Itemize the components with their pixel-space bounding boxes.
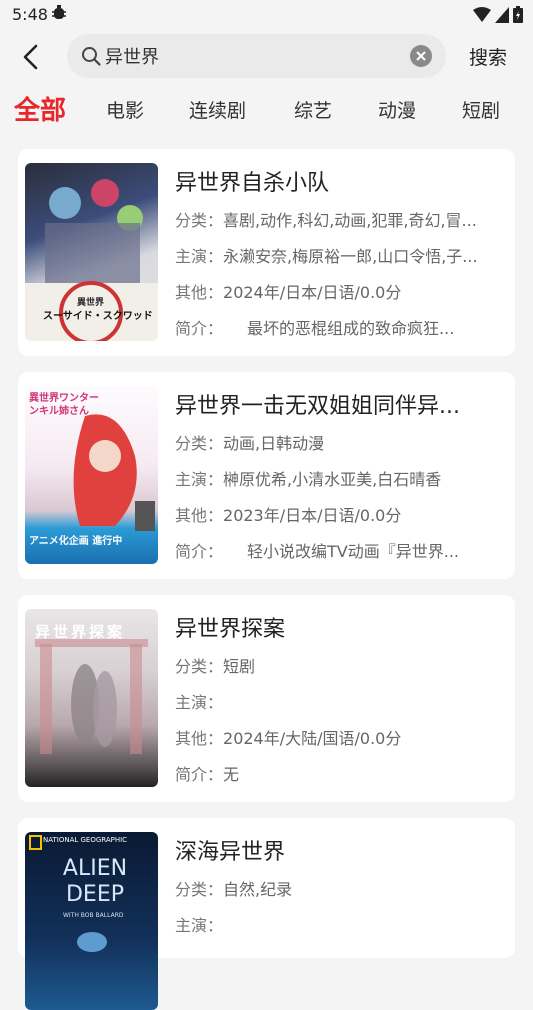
tab-movie[interactable]: 电影 (106, 96, 144, 123)
category-tabs: 全部 电影 连续剧 综艺 动漫 短剧 (0, 88, 533, 128)
wifi-icon (473, 6, 491, 22)
result-title[interactable]: 深海异世界 (175, 834, 500, 866)
other-row: 其他：2024年/大陆/国语/0.0分 (175, 725, 500, 749)
result-card[interactable]: 異世界ワンターンキル姉さん アニメ化企画 進行中 异世界一击无双姐姐同伴异...… (18, 372, 515, 579)
cast-label: 主演： (175, 693, 224, 712)
summary-label: 简介： (175, 765, 224, 784)
cast-label: 主演： (175, 247, 224, 266)
summary-label: 简介： (175, 319, 216, 338)
search-button[interactable]: 搜索 (469, 43, 507, 70)
category-value: 短剧 (223, 657, 256, 676)
clear-icon[interactable] (410, 45, 432, 67)
nat-geo-logo (29, 835, 42, 850)
search-box[interactable] (67, 34, 446, 78)
tab-short-drama[interactable]: 短剧 (462, 96, 500, 123)
poster-title-main: ALIEN DEEP (62, 856, 128, 907)
debug-bug-icon (52, 5, 66, 19)
other-row: 其他：2024年/日本/日语/0.0分 (175, 279, 500, 303)
category-row: 分类：自然,纪录 (175, 876, 500, 900)
poster-image: 異世界ワンターンキル姉さん アニメ化企画 進行中 (25, 386, 158, 564)
summary-row: 简介： 最坏的恶棍组成的致命疯狂... (175, 315, 500, 339)
result-card[interactable]: NATIONAL GEOGRAPHIC ALIEN DEEP WITH BOB … (18, 818, 515, 1010)
tab-series[interactable]: 连续剧 (189, 96, 246, 123)
summary-row: 简介：无 (175, 761, 500, 785)
cast-row: 主演： (175, 912, 500, 936)
category-row: 分类：动画,日韩动漫 (175, 430, 500, 454)
category-label: 分类： (175, 657, 224, 676)
poster-brand: NATIONAL GEOGRAPHIC (43, 836, 128, 844)
category-row: 分类：短剧 (175, 653, 500, 677)
signal-icon (495, 6, 509, 23)
search-bar: 搜索 (0, 34, 533, 80)
category-value: 自然,纪录 (223, 880, 293, 899)
search-icon (82, 47, 101, 66)
tab-variety[interactable]: 综艺 (294, 96, 332, 123)
poster-title-main: スーサイド・スクワッド (43, 311, 153, 322)
other-label: 其他： (175, 506, 224, 525)
category-row: 分类：喜剧,动作,科幻,动画,犯罪,奇幻,冒... (175, 207, 500, 231)
cast-value: 永濑安奈,梅原裕一郎,山口令悟,子... (223, 247, 478, 266)
other-label: 其他： (175, 729, 224, 748)
category-value: 动画,日韩动漫 (223, 434, 325, 453)
poster-title-main: アニメ化企画 進行中 (29, 536, 123, 547)
search-input[interactable] (105, 34, 405, 78)
result-title[interactable]: 异世界一击无双姐姐同伴异... (175, 388, 500, 420)
poster-title-top: 異世界ワンターンキル姉さん (29, 393, 99, 417)
status-bar: 5:48 (0, 0, 533, 30)
other-row: 其他：2023年/日本/日语/0.0分 (175, 502, 500, 526)
summary-row: 简介： 轻小说改编TV动画『异世界... (175, 538, 500, 562)
poster-title-top: 异世界探案 (35, 623, 126, 641)
summary-value: 最坏的恶棍组成的致命疯狂... (215, 319, 455, 338)
tab-anime[interactable]: 动漫 (378, 96, 416, 123)
result-card[interactable]: 异世界探案 异世界探案 分类：短剧 主演： 其他：2024年/大陆/国语/0.0… (18, 595, 515, 802)
cast-label: 主演： (175, 916, 224, 935)
poster-image: 異世界 スーサイド・スクワッド (25, 163, 158, 341)
category-label: 分类： (175, 434, 224, 453)
poster-image: 异世界探案 (25, 609, 158, 787)
other-value: 2023年/日本/日语/0.0分 (223, 506, 402, 525)
summary-value: 无 (223, 765, 240, 784)
summary-value: 轻小说改编TV动画『异世界... (215, 542, 459, 561)
other-value: 2024年/大陆/国语/0.0分 (223, 729, 402, 748)
category-value: 喜剧,动作,科幻,动画,犯罪,奇幻,冒... (223, 211, 477, 230)
poster-glow (77, 932, 107, 952)
category-label: 分类： (175, 880, 224, 899)
result-card[interactable]: 異世界 スーサイド・スクワッド 异世界自杀小队 分类：喜剧,动作,科幻,动画,犯… (18, 149, 515, 356)
cast-row: 主演：永濑安奈,梅原裕一郎,山口令悟,子... (175, 243, 500, 267)
result-title[interactable]: 异世界探案 (175, 611, 500, 643)
category-label: 分类： (175, 211, 224, 230)
cast-row: 主演： (175, 689, 500, 713)
cast-row: 主演：榊原优希,小清水亚美,白石晴香 (175, 466, 500, 490)
poster-subtitle: WITH BOB BALLARD (63, 912, 124, 919)
tab-all[interactable]: 全部 (14, 90, 66, 127)
back-arrow-icon[interactable] (20, 44, 42, 70)
result-title[interactable]: 异世界自杀小队 (175, 165, 500, 197)
status-time: 5:48 (12, 5, 48, 24)
other-label: 其他： (175, 283, 224, 302)
other-value: 2024年/日本/日语/0.0分 (223, 283, 402, 302)
battery-icon (513, 6, 523, 23)
cast-value: 榊原优希,小清水亚美,白石晴香 (223, 470, 442, 489)
poster-image: NATIONAL GEOGRAPHIC ALIEN DEEP WITH BOB … (25, 832, 158, 1010)
summary-label: 简介： (175, 542, 216, 561)
cast-label: 主演： (175, 470, 224, 489)
